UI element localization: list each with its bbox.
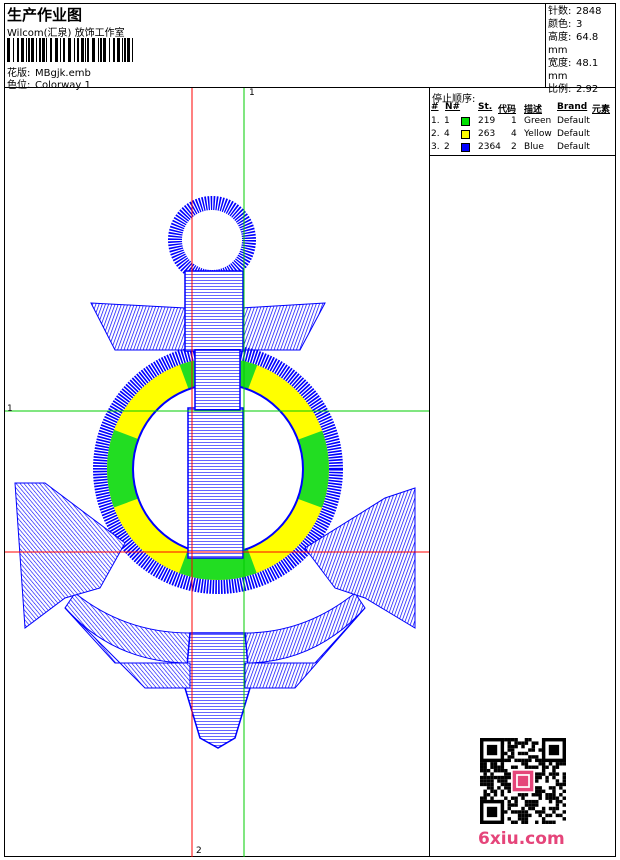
qr-code [480,738,566,824]
page-title: 生产作业图 [7,6,83,24]
barcode-bar [124,38,126,62]
stat-colors: 颜色: 3 [548,18,620,31]
guide-label-bottom: 2 [196,846,202,856]
row-code: 1 [511,116,517,126]
barcode-bar [81,38,84,62]
barcode-bar [46,38,47,62]
barcode-bar [21,38,24,62]
barcode-bar [132,38,133,62]
header: 生产作业图 Wilcom(汇泉) 放饰工作室 花版: MBgjk.emb 色位: C… [5,4,545,91]
barcode-bar [117,38,120,62]
row-needle: 4 [444,129,450,139]
row-index: 3. [431,142,440,152]
row-stitches: 263 [478,129,496,139]
stat-width-label: 宽度: [548,58,572,69]
color-swatch [461,143,470,152]
anchor-ring [168,196,256,284]
barcode-bar [77,38,79,62]
stat-colors-label: 颜色: [548,19,572,30]
barcode-bar [55,38,58,62]
stat-stitches: 针数: 2848 [548,5,620,18]
header-divider-vertical [545,3,546,87]
row-brand: Default [557,142,590,152]
row-index: 2. [431,129,440,139]
barcode-bar [103,38,106,62]
barcode-bar [68,38,71,62]
color-swatch [461,117,470,126]
stat-height-label: 高度: [548,32,572,43]
row-needle: 1 [444,116,450,126]
barcode-bar [13,38,14,62]
row-stitches: 219 [478,116,496,126]
row-code: 2 [511,142,517,152]
anchor-shank [184,270,244,559]
panel-divider [429,87,430,857]
barcode-bar [92,38,95,62]
barcode-bar [87,38,89,62]
barcode-bar [42,38,45,62]
barcode-bar [113,38,115,62]
barcode-bar [28,38,30,62]
barcode-bar [63,38,65,62]
row-description: Yellow [524,129,552,139]
stat-ratio-value: 2.92 [576,84,599,95]
barcode-bar [26,38,27,62]
barcode-bar [127,38,130,62]
design-canvas: 1 1 2 [5,88,429,857]
barcode-bar [85,38,86,62]
col-stitches: St. [478,102,493,112]
watermark: 6xiu.com [478,829,565,849]
barcode-bar [50,38,52,62]
stat-colors-value: 3 [576,19,583,30]
stat-stitches-label: 针数: [548,6,572,17]
row-needle: 2 [444,142,450,152]
barcode-bar [74,38,75,62]
stat-stitches-value: 2848 [576,6,602,17]
barcode-bar [100,38,102,62]
barcode [7,38,137,62]
col-index: # [431,102,439,112]
barcode-bar [109,38,110,62]
stat-ratio-label: 比例: [548,84,572,95]
stats-panel: 针数: 2848 颜色: 3 高度: 64.8 mm 宽度: 48.1 mm 比例: 2.… [548,5,620,96]
barcode-bar [7,38,10,62]
row-code: 4 [511,129,517,139]
barcode-bar [39,38,41,62]
panel-hline [429,155,616,156]
row-brand: Default [557,129,590,139]
barcode-bar [122,38,123,62]
row-index: 1. [431,116,440,126]
barcode-bar [36,38,37,62]
row-brand: Default [557,116,590,126]
col-description: 描述 [524,105,543,115]
col-element: 元素 [592,105,611,115]
color-swatch [461,130,470,139]
guide-label-top: 1 [249,88,255,98]
row-stitches: 2364 [478,142,501,152]
row-description: Blue [524,142,544,152]
row-description: Green [524,116,552,126]
stat-width: 宽度: 48.1 mm [548,57,620,83]
col-code: 代码 [498,105,517,115]
barcode-bar [60,38,61,62]
stat-height: 高度: 64.8 mm [548,31,620,57]
barcode-bar [17,38,19,62]
embroidery-preview [5,88,429,857]
col-needle: N# [445,102,461,112]
guide-label-left: 1 [7,404,13,414]
barcode-bar [98,38,99,62]
barcode-bar [31,38,34,62]
stat-ratio: 比例: 2.92 [548,83,620,96]
col-brand: Brand [557,102,588,112]
company-name: Wilcom(汇泉) 放饰工作室 [7,28,125,39]
